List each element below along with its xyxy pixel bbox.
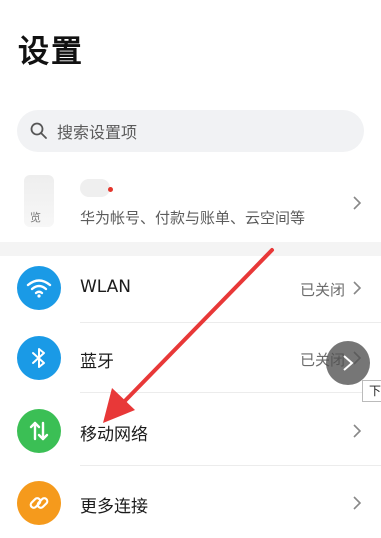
search-icon [30,122,47,139]
row-label: 移动网络 [80,425,148,445]
search-bar[interactable]: 搜索设置项 [17,110,364,152]
page-title: 设置 [18,34,84,70]
tooltip: 下 [362,380,381,402]
mobile-data-icon [17,409,61,453]
account-name-placeholder [80,179,110,197]
notification-dot [108,187,113,192]
chevron-right-icon [353,281,362,295]
chevron-right-icon [353,196,362,210]
settings-row-mobile-network[interactable]: 移动网络 [0,396,381,466]
settings-row-more-connections[interactable]: 更多连接 [0,468,381,538]
search-placeholder: 搜索设置项 [57,123,138,142]
account-row[interactable]: 览 华为帐号、付款与账单、云空间等 [0,165,381,240]
account-subtitle: 华为帐号、付款与账单、云空间等 [80,209,306,227]
settings-row-wlan[interactable]: WLAN 已关闭 [0,253,381,323]
chevron-right-icon [353,424,362,438]
bluetooth-icon [17,336,61,380]
link-icon [17,481,61,525]
wifi-icon [17,266,61,310]
row-label: WLAN [80,277,132,297]
chevron-right-icon [343,355,354,371]
row-divider [80,465,381,466]
row-label: 更多连接 [80,497,148,517]
settings-row-bluetooth[interactable]: 蓝牙 已关闭 [0,323,381,393]
chevron-right-icon [353,496,362,510]
avatar-glyph: 览 [30,211,41,224]
row-label: 蓝牙 [80,352,114,372]
row-divider [80,392,381,393]
floating-assistive-button[interactable] [326,341,370,385]
row-status: 已关闭 [299,281,345,299]
